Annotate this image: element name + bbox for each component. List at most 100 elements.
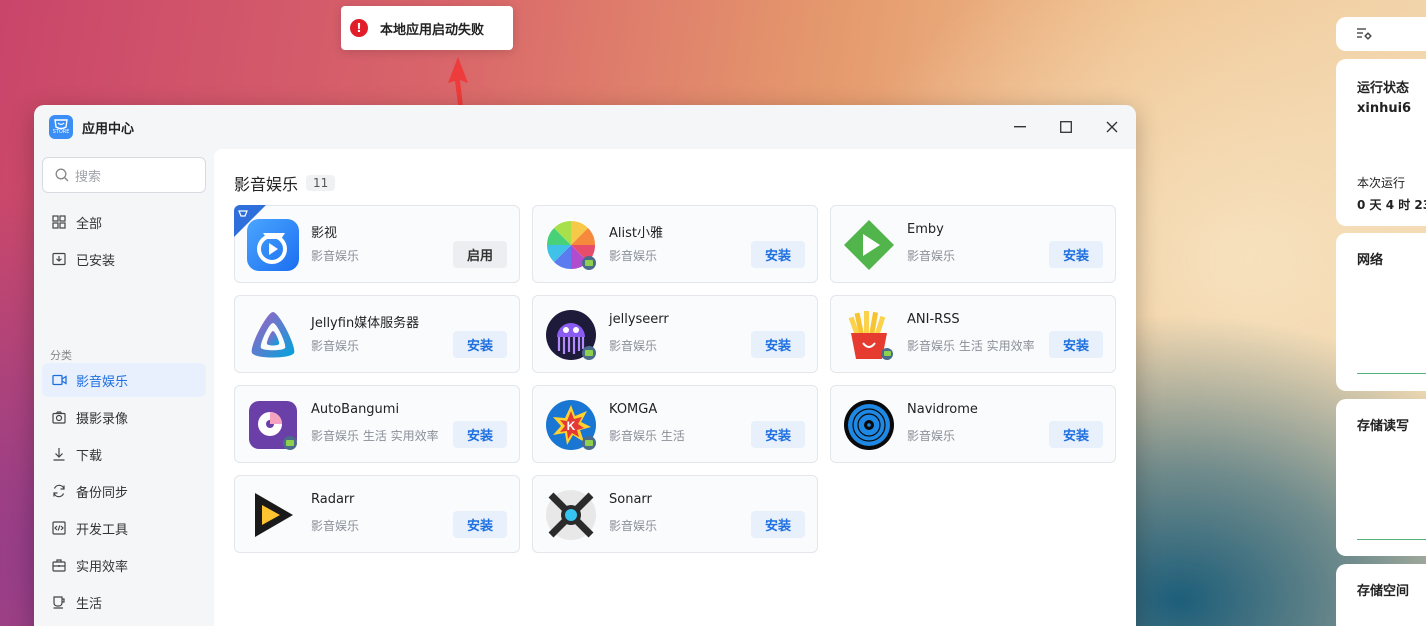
sidebar-item-all[interactable]: 全部 (42, 205, 206, 239)
error-toast: ! 本地应用启动失败 (341, 6, 513, 50)
app-name: Navidrome (907, 402, 978, 417)
install-button[interactable]: 安装 (751, 511, 805, 538)
minimize-button[interactable] (1010, 117, 1030, 137)
download-icon (51, 446, 67, 462)
sidebar-item-games[interactable]: 游戏 (42, 622, 206, 626)
app-name: ANI-RSS (907, 312, 960, 327)
window-title: 应用中心 (82, 121, 135, 137)
yingshi-app-icon (247, 219, 299, 271)
app-card-ani-rss[interactable]: ANI-RSS 影音娱乐 生活 实用效率 安装 (830, 295, 1116, 373)
category-section-label: 分类 (50, 349, 72, 362)
toolbox-icon (51, 557, 67, 573)
camera-icon (51, 409, 67, 425)
app-card-sonarr[interactable]: Sonarr 影音娱乐 安装 (532, 475, 818, 553)
install-button[interactable]: 安装 (1049, 241, 1103, 268)
app-card-yingshi[interactable]: 影视 影音娱乐 启用 (234, 205, 520, 283)
jellyfin-app-icon (247, 309, 299, 361)
app-center-window: STORE 应用中心 搜索 全部 已安装 分类 影音娱乐 摄影录像 下载 备份同… (34, 105, 1136, 626)
sync-icon (51, 483, 67, 499)
komga-app-icon: K (545, 399, 597, 451)
app-card-autobangumi[interactable]: AutoBangumi 影音娱乐 生活 实用效率 安装 (234, 385, 520, 463)
app-card-navidrome[interactable]: Navidrome 影音娱乐 安装 (830, 385, 1116, 463)
jellyseerr-app-icon (545, 309, 597, 361)
app-categories: 影音娱乐 生活 实用效率 (907, 339, 1035, 353)
dashboard-toolbar (1336, 17, 1426, 51)
store-logo-text: STORE (52, 129, 70, 135)
navidrome-vinyl-icon (843, 399, 895, 451)
network-graph-line (1357, 373, 1426, 374)
app-categories: 影音娱乐 生活 实用效率 (311, 429, 439, 443)
installed-box-icon (51, 251, 67, 267)
sidebar-item-installed[interactable]: 已安装 (42, 242, 206, 276)
close-button[interactable] (1102, 117, 1122, 137)
app-card-komga[interactable]: K KOMGA 影音娱乐 生活 安装 (532, 385, 818, 463)
app-categories: 影音娱乐 (311, 339, 360, 353)
sidebar-item-download[interactable]: 下载 (42, 437, 206, 471)
app-card-emby[interactable]: Emby 影音娱乐 安装 (830, 205, 1116, 283)
install-button[interactable]: 安装 (1049, 331, 1103, 358)
svg-text:K: K (567, 419, 576, 433)
install-button[interactable]: 安装 (453, 511, 507, 538)
uptime-value: 0 天 4 时 23 分 (1357, 198, 1426, 212)
video-camera-icon (51, 372, 67, 388)
app-categories: 影音娱乐 生活 (609, 429, 685, 443)
app-categories: 影音娱乐 (311, 249, 360, 263)
app-name: Radarr (311, 492, 355, 507)
run-status-widget: 运行状态 xinhui6 本次运行 0 天 4 时 23 分 (1336, 59, 1426, 226)
install-button[interactable]: 安装 (751, 421, 805, 448)
app-card-radarr[interactable]: Radarr 影音娱乐 安装 (234, 475, 520, 553)
app-name: KOMGA (609, 402, 658, 417)
network-widget: 网络 (1336, 233, 1426, 391)
hostname: xinhui6 (1357, 101, 1412, 116)
error-icon: ! (350, 19, 368, 37)
radarr-app-icon (247, 489, 299, 541)
ani-rss-fries-icon (843, 309, 895, 361)
install-button[interactable]: 安装 (751, 331, 805, 358)
app-card-alist[interactable]: Alist小雅 影音娱乐 安装 (532, 205, 818, 283)
app-categories: 影音娱乐 (609, 249, 658, 263)
sidebar-item-label: 影音娱乐 (76, 374, 129, 390)
sidebar-item-label: 全部 (76, 216, 103, 232)
sidebar-item-media[interactable]: 影音娱乐 (42, 363, 206, 397)
install-button[interactable]: 安装 (1049, 421, 1103, 448)
install-button[interactable]: 安装 (751, 241, 805, 268)
uptime-label: 本次运行 (1357, 176, 1406, 190)
app-card-jellyseerr[interactable]: jellyseerr 影音娱乐 安装 (532, 295, 818, 373)
install-button[interactable]: 安装 (453, 331, 507, 358)
grid-icon (51, 214, 67, 230)
app-categories: 影音娱乐 (609, 339, 658, 353)
storage-space-title: 存储空间 (1357, 584, 1410, 599)
sidebar-item-label: 备份同步 (76, 485, 129, 501)
toast-message: 本地应用启动失败 (380, 22, 485, 38)
sidebar: 搜索 全部 已安装 分类 影音娱乐 摄影录像 下载 备份同步 开发工具 实用效率… (34, 149, 214, 626)
sonarr-app-icon (545, 489, 597, 541)
install-button[interactable]: 安装 (453, 421, 507, 448)
storage-io-widget: 存储读写 (1336, 399, 1426, 556)
sidebar-item-devtools[interactable]: 开发工具 (42, 511, 206, 545)
maximize-button[interactable] (1056, 117, 1076, 137)
coffee-cup-icon (51, 594, 67, 610)
sidebar-item-label: 摄影录像 (76, 411, 129, 427)
sidebar-item-photo[interactable]: 摄影录像 (42, 400, 206, 434)
launch-button[interactable]: 启用 (453, 241, 507, 268)
category-count-badge: 11 (306, 175, 336, 191)
app-card-jellyfin[interactable]: Jellyfin媒体服务器 影音娱乐 安装 (234, 295, 520, 373)
search-input[interactable]: 搜索 (42, 157, 206, 193)
store-logo-icon: STORE (49, 115, 73, 139)
app-name: Alist小雅 (609, 226, 663, 241)
sidebar-item-backup[interactable]: 备份同步 (42, 474, 206, 508)
app-name: Jellyfin媒体服务器 (311, 316, 420, 331)
app-name: 影视 (311, 226, 338, 241)
sidebar-item-label: 生活 (76, 596, 103, 612)
filter-settings-icon[interactable] (1356, 27, 1372, 45)
title-bar: STORE 应用中心 (34, 105, 1136, 149)
sidebar-item-label: 已安装 (76, 253, 116, 269)
sidebar-item-productivity[interactable]: 实用效率 (42, 548, 206, 582)
category-title: 影音娱乐 (234, 175, 299, 194)
network-title: 网络 (1357, 253, 1384, 268)
sidebar-item-label: 实用效率 (76, 559, 129, 575)
storage-io-title: 存储读写 (1357, 419, 1410, 434)
storage-io-graph-line (1357, 539, 1426, 540)
app-name: AutoBangumi (311, 402, 400, 417)
sidebar-item-life[interactable]: 生活 (42, 585, 206, 619)
